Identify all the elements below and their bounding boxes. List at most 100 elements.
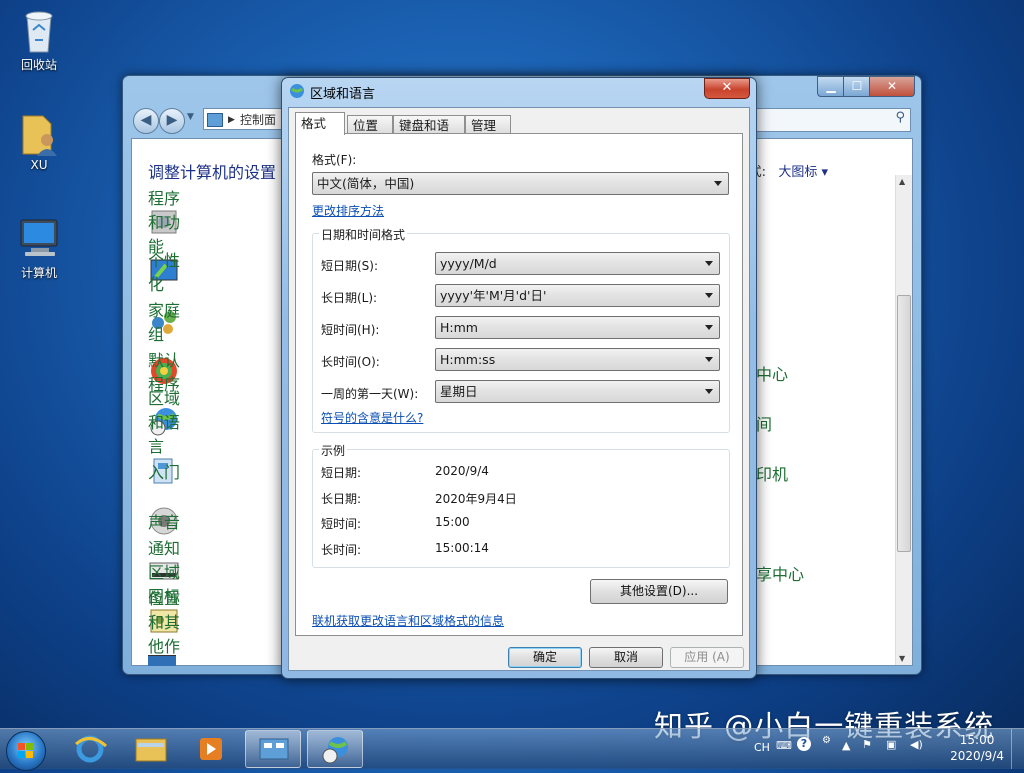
tab-administrative[interactable]: 管理 — [465, 115, 511, 134]
start-button[interactable] — [6, 731, 46, 771]
cp-item-default-programs[interactable]: 默认程序 — [148, 351, 192, 394]
cp-item-right-fragment[interactable]: 中心 — [756, 361, 788, 385]
taskbar-control-panel[interactable] — [245, 730, 301, 768]
change-sort-link[interactable]: 更改排序方法 — [312, 202, 384, 219]
cp-item-label: 声音 — [148, 513, 181, 532]
desktop-icon-label: 回收站 — [20, 58, 57, 72]
desktop-icon-label: XU — [30, 158, 48, 172]
symbols-meaning-link[interactable]: 符号的含意是什么? — [321, 409, 423, 426]
long-date-dropdown[interactable]: yyyy'年'M'月'd'日' — [435, 284, 720, 307]
scroll-down-arrow-icon[interactable]: ▼ — [899, 654, 905, 663]
tab-keyboard-language[interactable]: 键盘和语言 — [393, 115, 465, 152]
taskbar-region-language[interactable] — [307, 730, 363, 768]
clock-date: 2020/9/4 — [950, 749, 1004, 763]
breadcrumb-arrow-icon: ▶ — [228, 115, 235, 125]
cp-item-region-language[interactable]: 区域和语言 — [148, 389, 192, 456]
recycle-bin-icon — [17, 8, 61, 53]
taskbar-ie[interactable] — [62, 730, 118, 768]
field-value: H:mm:ss — [440, 352, 496, 367]
group-title: 日期和时间格式 — [319, 226, 408, 243]
field-label: 长时间(O): — [321, 355, 380, 369]
taskbar-explorer[interactable] — [122, 730, 178, 768]
desktop-icon-computer[interactable]: 计算机 — [7, 216, 71, 281]
group-title: 示例 — [319, 442, 348, 459]
short-date-dropdown[interactable]: yyyy/M/d — [435, 252, 720, 275]
example-value: 2020年9月4日 — [435, 492, 517, 506]
chevron-down-icon — [705, 357, 713, 362]
cp-item-getting-started[interactable]: 入门 — [148, 455, 192, 487]
action-center-flag-icon[interactable]: ⚑ — [862, 738, 872, 751]
volume-icon[interactable]: ◀) — [910, 738, 923, 751]
globe-icon — [289, 83, 305, 102]
cp-item-right-fragment[interactable]: 间 — [756, 411, 772, 435]
folder-icon — [135, 738, 167, 762]
desktop-icon-user-folder[interactable]: XU — [7, 110, 71, 172]
cp-item-personalization[interactable]: 个性化 — [148, 251, 192, 294]
cp-item-programs[interactable]: 程序和功能 — [148, 189, 192, 256]
windows-logo-icon — [18, 743, 33, 758]
system-clock[interactable]: 15:00 2020/9/4 — [950, 732, 1004, 764]
scroll-thumb[interactable] — [897, 295, 911, 552]
cp-item-location-sensors[interactable]: 位置和其他作 — [148, 589, 192, 656]
scroll-up-arrow-icon[interactable]: ▲ — [899, 177, 905, 186]
field-value: yyyy'年'M'月'd'日' — [440, 288, 547, 303]
language-indicator[interactable]: CH — [754, 741, 770, 754]
minimize-button[interactable]: ▁ — [817, 76, 845, 97]
cp-item-label: 个性化 — [148, 251, 181, 294]
chevron-down-icon — [705, 389, 713, 394]
dialog-close-button[interactable]: ✕ — [704, 78, 750, 99]
cp-item-notification-icons[interactable]: 通知区域图标 — [148, 539, 192, 606]
ok-button[interactable]: 确定 — [508, 647, 582, 668]
field-label: 长日期(L): — [321, 291, 378, 305]
online-info-link[interactable]: 联机获取更改语言和区域格式的信息 — [312, 612, 504, 629]
field-label: 一周的第一天(W): — [321, 387, 419, 401]
field-value: H:mm — [440, 320, 478, 335]
vertical-scrollbar[interactable]: ▲ ▼ — [895, 175, 912, 665]
show-hidden-icons-icon[interactable]: ▲ — [842, 739, 850, 752]
help-icon[interactable]: ? — [797, 737, 811, 751]
cancel-button[interactable]: 取消 — [589, 647, 663, 668]
forward-button[interactable]: ▶ — [159, 108, 185, 134]
examples-group: 示例 短日期: 2020/9/4 长日期: 2020年9月4日 短时间: 15:… — [312, 442, 730, 568]
example-value: 15:00:14 — [435, 541, 489, 555]
desktop-icon-label: 计算机 — [20, 266, 57, 280]
keyboard-icon[interactable]: ⌨ — [776, 739, 792, 752]
format-dropdown[interactable]: 中文(简体，中国) — [312, 172, 729, 195]
taskbar-media-player[interactable] — [182, 730, 238, 768]
tab-format[interactable]: 格式 — [295, 112, 345, 135]
chevron-down-icon — [705, 293, 713, 298]
back-button[interactable]: ◀ — [133, 108, 159, 134]
maximize-button[interactable]: ☐ — [843, 76, 871, 97]
show-desktop-button[interactable] — [1011, 729, 1024, 769]
chevron-down-icon — [705, 325, 713, 330]
cp-item-sound[interactable]: 声音 — [148, 505, 192, 537]
datetime-formats-group: 日期和时间格式 短日期(S): yyyy/M/d 长日期(L): yyyy'年'… — [312, 226, 730, 433]
cp-item-label: 入门 — [148, 463, 181, 482]
cp-item-right-fragment[interactable]: 享中心 — [756, 561, 804, 585]
desktop-icon-recycle-bin[interactable]: 回收站 — [7, 8, 71, 73]
cp-item-homegroup[interactable]: 家庭组 — [148, 301, 192, 344]
other-settings-button[interactable]: 其他设置(D)... — [590, 579, 728, 604]
close-button[interactable]: ✕ — [869, 76, 915, 97]
field-value: yyyy/M/d — [440, 256, 497, 271]
page-title: 调整计算机的设置 — [148, 163, 277, 182]
dialog-title: 区域和语言 — [310, 87, 376, 102]
chevron-down-icon — [714, 181, 722, 186]
search-input[interactable]: ⚲ — [739, 108, 911, 132]
tab-location[interactable]: 位置 — [347, 115, 393, 134]
field-label: 短时间(H): — [321, 323, 380, 337]
short-time-dropdown[interactable]: H:mm — [435, 316, 720, 339]
chevron-down-icon — [705, 261, 713, 266]
cp-item-right-fragment[interactable]: 印机 — [756, 461, 788, 485]
first-day-of-week-dropdown[interactable]: 星期日 — [435, 380, 720, 403]
apply-button[interactable]: 应用 (A) — [670, 647, 744, 668]
long-time-dropdown[interactable]: H:mm:ss — [435, 348, 720, 371]
field-value: 星期日 — [440, 384, 478, 399]
view-mode-dropdown[interactable]: 大图标 ▾ — [778, 161, 828, 180]
recent-pages-chevron-icon[interactable]: ▼ — [187, 112, 194, 122]
network-icon[interactable]: ▣ — [886, 738, 896, 751]
cp-item-label: 位置和其他作 — [148, 589, 181, 656]
cp-item-label: 家庭组 — [148, 301, 181, 344]
options-icon[interactable]: ⚙ — [822, 735, 831, 746]
internet-explorer-icon — [75, 735, 107, 763]
